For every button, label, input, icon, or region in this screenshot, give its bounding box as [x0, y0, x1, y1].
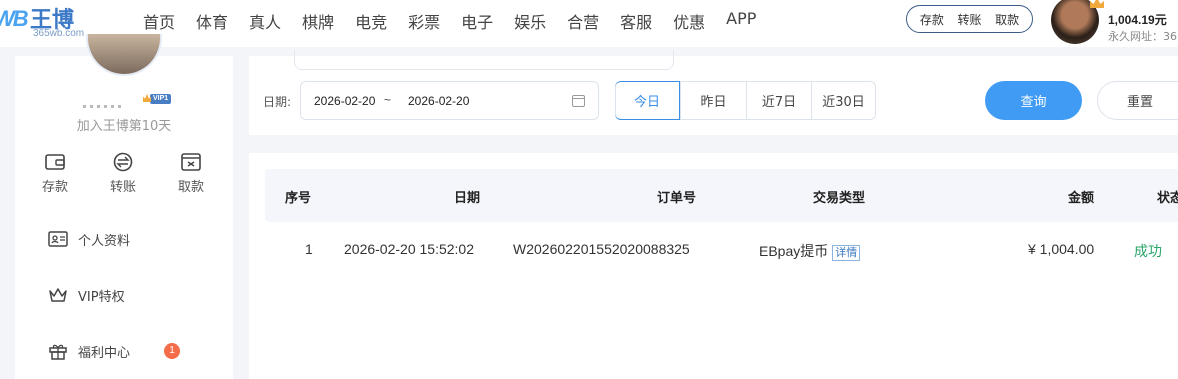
logo-domain: 365wb.com	[33, 28, 85, 39]
vip-badge: VIP1	[150, 94, 172, 104]
filter-tab-edge	[294, 50, 674, 70]
nav-sports[interactable]: 体育	[196, 9, 228, 33]
nav-entertainment[interactable]: 娱乐	[514, 9, 546, 33]
tab-yesterday[interactable]: 昨日	[680, 82, 746, 119]
join-days: 加入王博第10天	[76, 119, 172, 134]
sidebar-withdraw-button[interactable]: 取款	[161, 152, 221, 195]
gift-icon	[49, 344, 67, 360]
nav-app[interactable]: APP	[726, 9, 756, 33]
calendar-icon[interactable]	[572, 95, 585, 107]
nav-chess[interactable]: 棋牌	[302, 9, 334, 33]
crown-icon	[49, 288, 67, 302]
detail-link[interactable]: 详情	[832, 245, 861, 261]
table-header: 序号 日期 订单号 交易类型 金额 状态	[265, 169, 1178, 222]
masked-username	[83, 93, 153, 108]
header-date: 日期	[454, 191, 481, 206]
row-type: EBpay提币 详情	[759, 241, 861, 261]
sidebar-item-benefits[interactable]: 福利中心	[48, 340, 130, 362]
sidebar-item-label: 福利中心	[78, 345, 131, 361]
filter-panel: 日期: 2026-02-20 ~ 2026-02-20 今日 昨日 近7日 近3…	[249, 50, 1178, 135]
nav-service[interactable]: 客服	[620, 9, 652, 33]
id-card-icon	[48, 231, 68, 247]
reset-button[interactable]: 重置	[1097, 81, 1178, 120]
profile-avatar	[86, 34, 162, 76]
quick-transfer-button[interactable]: 转账	[957, 11, 981, 28]
sidebar-deposit-label: 存款	[41, 180, 68, 195]
row-type-text: EBpay提币	[759, 243, 829, 259]
date-range-tabs: 今日 昨日 近7日 近30日	[615, 81, 876, 120]
nav-live[interactable]: 真人	[249, 9, 281, 33]
nav-partner[interactable]: 合营	[567, 9, 599, 33]
query-button[interactable]: 查询	[985, 81, 1082, 120]
nav-promotions[interactable]: 优惠	[673, 9, 705, 33]
sidebar-deposit-button[interactable]: 存款	[25, 152, 85, 195]
row-amount: ¥ 1,004.00	[1028, 241, 1095, 257]
nav-slots[interactable]: 电子	[461, 9, 493, 33]
date-label: 日期:	[263, 95, 292, 109]
sidebar-withdraw-label: 取款	[177, 180, 204, 195]
withdraw-icon	[181, 153, 201, 171]
tab-30-days[interactable]: 近30日	[811, 82, 875, 119]
quick-withdraw-button[interactable]: 取款	[995, 11, 1019, 28]
row-order-no: W202602201552020088325	[513, 241, 690, 257]
start-date[interactable]: 2026-02-20	[314, 94, 375, 108]
nav-lottery[interactable]: 彩票	[408, 9, 440, 33]
sidebar-item-vip[interactable]: VIP特权	[48, 284, 125, 306]
tab-today[interactable]: 今日	[615, 81, 680, 120]
sidebar-transfer-button[interactable]: 转账	[93, 152, 153, 195]
sidebar: VIP1 加入王博第10天 存款 转账 取款 个人资料 VIP特权 福利中心 1	[15, 34, 233, 379]
transactions-table: 序号 日期 订单号 交易类型 金额 状态 1 2026-02-20 15:52:…	[249, 153, 1178, 379]
row-status: 成功	[1134, 243, 1162, 259]
sidebar-transfer-label: 转账	[109, 180, 136, 195]
crown-icon	[1090, 0, 1104, 8]
header-status: 状态	[1157, 191, 1178, 206]
nav-esports[interactable]: 电竞	[355, 9, 387, 33]
account-balance: 1,004.19元	[1108, 13, 1167, 27]
date-range-picker[interactable]: 2026-02-20 ~ 2026-02-20	[300, 81, 599, 120]
wallet-icon	[45, 154, 65, 170]
logo-mark: WB	[0, 6, 29, 31]
row-index: 1	[305, 241, 313, 257]
quick-actions: 存款 转账 取款	[906, 5, 1033, 33]
top-header: WB 王博 365wb.com 首页 体育 真人 棋牌 电竞 彩票 电子 娱乐 …	[0, 0, 1178, 47]
end-date[interactable]: 2026-02-20	[408, 94, 469, 108]
header-index: 序号	[285, 191, 312, 206]
sidebar-item-label: VIP特权	[78, 289, 125, 305]
nav-home[interactable]: 首页	[143, 9, 175, 33]
header-type: 交易类型	[813, 191, 866, 206]
quick-deposit-button[interactable]: 存款	[920, 11, 944, 28]
transfer-icon	[113, 152, 133, 172]
header-order-no: 订单号	[657, 191, 697, 206]
permanent-url: 永久网址：36	[1108, 30, 1177, 43]
date-separator: ~	[384, 93, 392, 107]
notification-badge: 1	[164, 343, 180, 359]
sidebar-item-label: 个人资料	[78, 233, 131, 249]
sidebar-item-profile[interactable]: 个人资料	[48, 228, 130, 250]
tab-7-days[interactable]: 近7日	[746, 82, 811, 119]
site-logo[interactable]: WB 王博 365wb.com	[0, 0, 90, 40]
row-date: 2026-02-20 15:52:02	[344, 241, 474, 257]
header-amount: 金额	[1068, 191, 1095, 206]
main-nav: 首页 体育 真人 棋牌 电竞 彩票 电子 娱乐 合营 客服 优惠 APP	[143, 9, 777, 33]
